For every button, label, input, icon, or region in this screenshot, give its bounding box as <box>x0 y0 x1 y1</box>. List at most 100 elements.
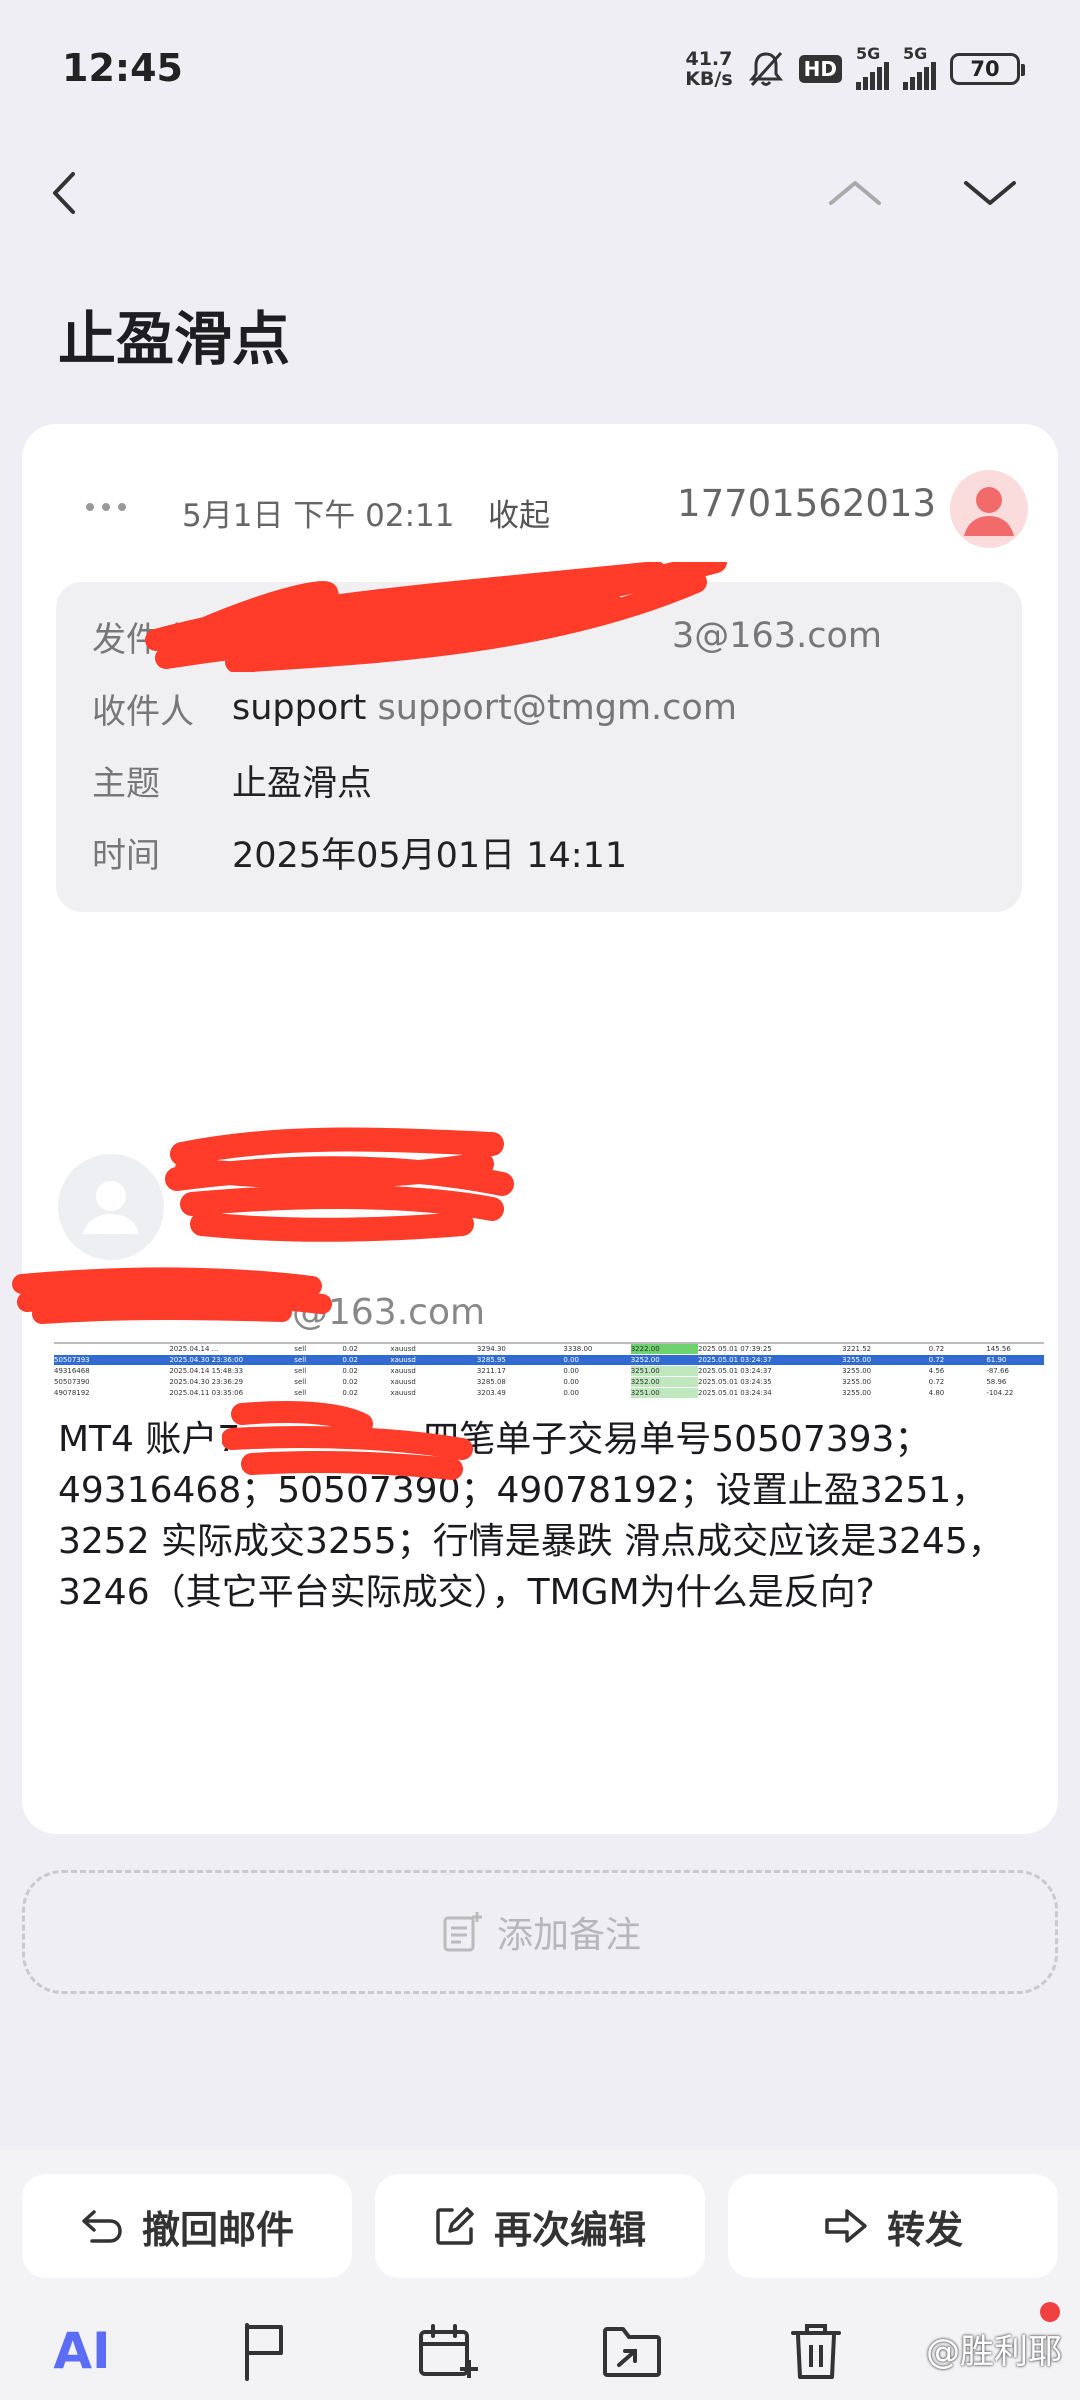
mail-date: 5月1日 下午 02:11 <box>182 498 455 534</box>
trade-cell: 3255.00 <box>842 1367 872 1375</box>
trade-cell: 3251.00 <box>630 1388 698 1398</box>
trade-cell: 4.56 <box>928 1367 945 1375</box>
recall-mail-button[interactable]: 撤回邮件 <box>22 2174 352 2278</box>
signal-icon: 5G <box>856 44 889 90</box>
collapse-button[interactable]: 收起 <box>488 490 550 535</box>
back-button[interactable] <box>30 158 100 228</box>
trade-cell: sell <box>294 1345 307 1353</box>
trade-cell: 2025.04.30 23:36:00 <box>169 1356 244 1364</box>
body-rest: 49316468；50507390；49078192；设置止盈3251，3252… <box>58 1470 1004 1613</box>
signal-icon: 5G <box>903 44 936 90</box>
sender-phone: 17701562013 <box>677 482 936 525</box>
edit-again-button[interactable]: 再次编辑 <box>375 2174 705 2278</box>
battery-level: 70 <box>970 57 1000 81</box>
subject-label: 主题 <box>92 763 160 804</box>
trade-cell <box>54 1344 169 1354</box>
to-email: support@tmgm.com <box>377 688 737 728</box>
chevron-down-icon <box>964 181 1016 205</box>
to-row: 收件人 support support@tmgm.com <box>92 678 737 738</box>
trade-row: 50507390 2025.04.30 23:36:29 sell 0.02 xauus… <box>54 1377 1044 1387</box>
mail-header-details: 发件人 3@163.com 收件人 support support@tmgm.c… <box>56 562 1022 912</box>
more-icon[interactable] <box>84 500 128 514</box>
trade-cell: 3255.00 <box>842 1378 872 1386</box>
trade-cell: 3203.49 <box>476 1389 506 1397</box>
delete-button[interactable] <box>776 2316 856 2386</box>
trade-cell: 2025.05.01 03:24:37 <box>697 1356 772 1364</box>
bottom-action-area: 撤回邮件 再次编辑 转发 AI <box>0 2150 1080 2400</box>
avatar[interactable] <box>950 470 1028 548</box>
forward-button[interactable]: 转发 <box>728 2174 1058 2278</box>
sim2-network-type: 5G <box>903 44 928 63</box>
flag-button[interactable] <box>224 2316 304 2386</box>
calendar-add-icon <box>419 2324 478 2378</box>
trade-cell: 49316468 <box>54 1367 90 1375</box>
mail-meta-row: 5月1日 下午 02:11 收起 17701562013 <box>62 470 1028 560</box>
trade-cell: 3251.00 <box>630 1366 698 1376</box>
battery-icon: 70 <box>950 53 1025 85</box>
trade-cell: xauusd <box>390 1378 416 1386</box>
top-nav <box>0 140 1080 250</box>
redaction-scribble <box>165 1127 514 1242</box>
trade-cell: 50507390 <box>54 1378 90 1386</box>
trade-cell: sell <box>294 1356 307 1364</box>
trade-cell: 3255.00 <box>842 1389 872 1397</box>
forward-label: 转发 <box>886 2207 963 2252</box>
trade-cell: 3285.08 <box>476 1378 506 1386</box>
redaction-scribble <box>222 1401 473 1480</box>
to-label: 收件人 <box>92 691 194 732</box>
time-row: 时间 2025年05月01日 14:11 <box>92 822 627 882</box>
trade-cell: 0.72 <box>928 1378 945 1386</box>
time-value: 2025年05月01日 14:11 <box>232 835 628 876</box>
subject-row: 主题 止盈滑点 <box>92 750 372 810</box>
trade-cell: 3211.17 <box>476 1367 506 1375</box>
trade-cell: xauusd <box>390 1356 416 1364</box>
trade-cell: 0.72 <box>928 1356 945 1364</box>
trade-cell: -104.22 <box>986 1389 1014 1397</box>
status-time: 12:45 <box>62 46 183 90</box>
trade-row: 49316468 2025.04.14 15:48:33 sell 0.02 xauus… <box>54 1366 1044 1376</box>
trade-cell: 0.00 <box>563 1367 580 1375</box>
ai-button[interactable]: AI <box>42 2316 122 2386</box>
mail-card: 5月1日 下午 02:11 收起 17701562013 发件人 3@163.c… <box>12 424 1058 1834</box>
trade-cell: 3252.00 <box>630 1356 660 1364</box>
trade-cell: 0.00 <box>563 1389 580 1397</box>
sim1-network-type: 5G <box>856 44 881 63</box>
trade-cell: 0.00 <box>563 1378 580 1386</box>
add-note-button[interactable]: 添加备注 <box>22 1870 1058 1994</box>
trade-row: 2025.04.14 ... sell 0.02 xauusd 3294.30 3338.… <box>54 1344 1044 1354</box>
hd-voice-badge: HD <box>798 55 842 83</box>
trade-cell: 3222.00 <box>630 1344 698 1354</box>
note-add-icon <box>443 1912 482 1952</box>
trade-cell: 49078192 <box>54 1389 90 1397</box>
trade-row: 50507393 2025.04.30 23:36:00 sell 0.02 xauus… <box>54 1355 1044 1365</box>
trade-cell: 2025.05.01 03:24:34 <box>697 1389 772 1397</box>
trash-icon <box>791 2324 841 2379</box>
body-line-1b: 四笔单子交易单号50507393； <box>423 1419 931 1460</box>
network-speed-value: 41.7 <box>685 48 733 70</box>
trade-cell: 58.96 <box>986 1378 1007 1386</box>
recall-mail-label: 撤回邮件 <box>141 2207 294 2252</box>
add-note-label: 添加备注 <box>496 1915 641 1956</box>
next-mail-button[interactable] <box>955 158 1025 228</box>
move-button[interactable] <box>592 2316 672 2386</box>
mute-bell-icon <box>748 51 783 87</box>
avatar[interactable] <box>58 1154 164 1260</box>
to-name: support <box>232 688 367 728</box>
redaction-scribble <box>145 562 727 672</box>
time-label: 时间 <box>92 835 160 876</box>
network-speed: 41.7 KB/s <box>685 49 732 89</box>
person-icon <box>83 1181 139 1234</box>
trade-cell: sell <box>294 1367 307 1375</box>
ai-label: AI <box>53 2322 111 2380</box>
chevron-left-icon <box>53 172 75 214</box>
trade-cell: 2025.05.01 07:39:25 <box>697 1345 772 1353</box>
trade-row: 49078192 2025.04.11 03:35:06 sell 0.02 xauus… <box>54 1388 1044 1398</box>
trade-cell: 0.02 <box>342 1367 358 1375</box>
previous-mail-button[interactable] <box>820 158 890 228</box>
trade-history-image: 2025.04.14 ... sell 0.02 xauusd 3294.30 3338.… <box>54 1342 1044 1400</box>
page-title: 止盈滑点 <box>58 305 291 373</box>
add-to-calendar-button[interactable] <box>408 2316 488 2386</box>
trade-cell: 0.00 <box>563 1356 580 1364</box>
network-speed-unit: KB/s <box>685 68 733 90</box>
to-recipient[interactable]: support support@tmgm.com <box>232 688 737 728</box>
